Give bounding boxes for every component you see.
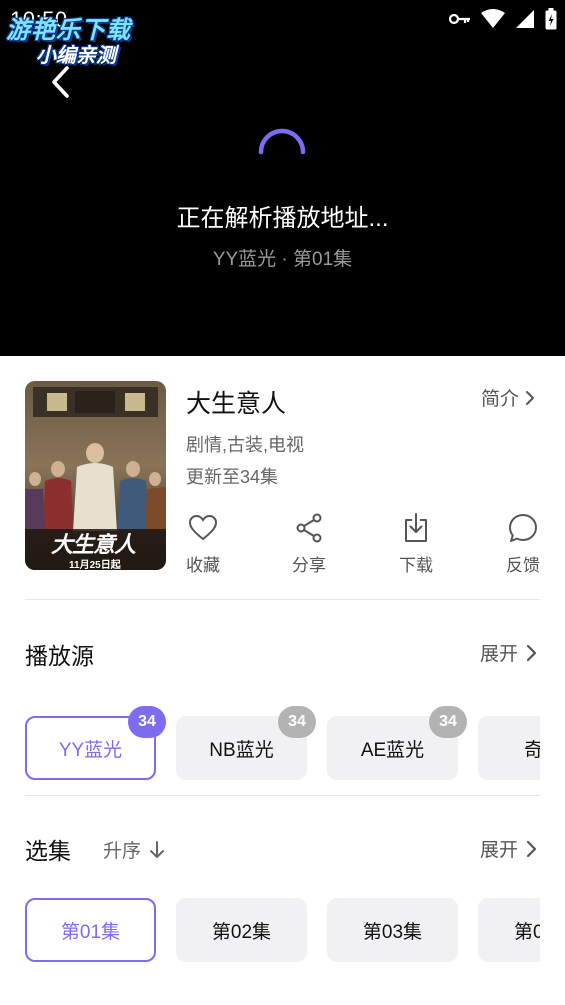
battery-icon [545,8,557,30]
share-label: 分享 [292,556,326,575]
sources-expand-label: 展开 [479,644,518,665]
chevron-right-icon [526,840,537,857]
sources-expand-button[interactable]: 展开 [480,639,537,666]
source-chip-qi[interactable]: 奇 [478,716,540,780]
episode-list: 第01集 第02集 第03集 第0 [25,898,540,964]
feedback-button[interactable]: 反馈 [498,513,548,576]
download-icon [403,513,429,543]
sort-label: 升序 [103,841,142,862]
heart-icon [188,513,218,543]
playing-source-text: YY蓝光 · 第01集 [212,249,353,270]
share-icon [295,513,323,543]
source-count-badge: 34 [128,706,166,738]
sources-section-title: 播放源 [25,643,94,669]
poster-title-text: 大生意人 [51,532,136,558]
chevron-right-icon [526,644,537,661]
genre-text: 剧情,古装,电视 [186,435,305,455]
key-icon [449,12,471,26]
sort-toggle[interactable]: 升序 [103,836,165,863]
feedback-icon [508,513,538,543]
episode-chip-04[interactable]: 第0 [478,898,540,962]
episodes-expand-label: 展开 [479,840,518,861]
status-icons [449,8,557,30]
poster-image: 大生意人 11月25日起 [25,381,166,570]
loading-text: 正在解析播放地址... [176,205,389,232]
download-label: 下载 [399,556,433,575]
episodes-expand-button[interactable]: 展开 [480,835,537,862]
episode-chip-01[interactable]: 第01集 [25,898,156,962]
arrow-down-icon [150,840,165,858]
favorite-label: 收藏 [186,556,220,575]
divider [25,599,540,600]
episodes-section-title: 选集 [25,838,71,864]
poster-date-text: 11月25日起 [69,560,121,570]
chevron-left-icon [52,66,69,98]
update-status-text: 更新至34集 [186,467,279,487]
back-button[interactable] [40,62,80,102]
intro-label: 简介 [480,389,519,410]
signal-icon [515,9,535,29]
download-button[interactable]: 下载 [391,513,441,576]
divider [25,795,540,796]
episode-chip-02[interactable]: 第02集 [176,898,307,962]
action-bar: 收藏 分享 下载 反馈 [186,513,546,577]
feedback-label: 反馈 [506,556,540,575]
chevron-right-icon [526,390,534,405]
source-count-badge: 34 [278,706,316,738]
wifi-icon [481,9,505,29]
loading-spinner-icon [258,128,306,155]
intro-link[interactable]: 简介 [481,384,535,411]
favorite-button[interactable]: 收藏 [178,513,228,576]
watermark-logo: 游艳乐下载 小编亲测 [6,8,148,67]
video-player[interactable]: 10:50 游艳乐下载 小编亲测 正在解析播放地址... YY蓝光 · 第01集 [0,0,565,356]
show-title: 大生意人 [186,390,287,418]
source-count-badge: 34 [429,706,467,738]
episode-chip-03[interactable]: 第03集 [327,898,458,962]
share-button[interactable]: 分享 [284,513,334,576]
